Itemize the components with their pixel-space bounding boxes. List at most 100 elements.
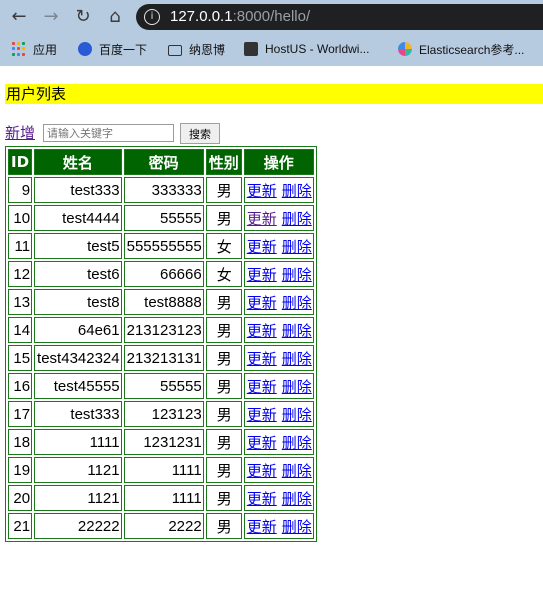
search-button[interactable]: 搜索 <box>180 123 220 144</box>
cell-name: test333 <box>34 401 122 427</box>
cell-id: 21 <box>8 513 33 539</box>
cell-name: test4342324 <box>34 345 122 371</box>
cell-id: 12 <box>8 261 33 287</box>
cell-password: 55555 <box>123 373 204 399</box>
cell-id: 13 <box>8 289 33 315</box>
bookmark-baidu[interactable]: 百度一下 <box>78 39 147 59</box>
cell-id: 10 <box>8 205 33 231</box>
cell-id: 18 <box>8 429 33 455</box>
cell-password: 123123 <box>123 401 204 427</box>
table-row: 18 1111 1231231 男更新 删除 <box>8 429 314 455</box>
cell-name: 64e61 <box>34 317 122 343</box>
delete-link[interactable]: 删除 <box>282 491 312 508</box>
address-bar[interactable]: i 127.0.0.1:8000/hello/ <box>136 4 543 30</box>
info-icon[interactable]: i <box>144 9 160 25</box>
cell-name: test4444 <box>34 205 122 231</box>
search-input[interactable] <box>43 124 174 142</box>
cell-actions: 更新 删除 <box>243 429 314 455</box>
delete-link[interactable]: 删除 <box>282 267 312 284</box>
bookmark-apps[interactable]: 应用 <box>12 39 57 59</box>
cell-name: test45555 <box>34 373 122 399</box>
cell-password: 213213131 <box>123 345 204 371</box>
cell-actions: 更新 删除 <box>243 401 314 427</box>
table-row: 14 64e61 213123123 男更新 删除 <box>8 317 314 343</box>
delete-link[interactable]: 删除 <box>282 211 312 228</box>
update-link[interactable]: 更新 <box>247 379 277 396</box>
user-table: ID 姓名 密码 性别 操作 9 test333 333333 男更新 删除 10 test… <box>5 146 317 542</box>
add-link[interactable]: 新增 <box>5 123 35 143</box>
bookmark-hostus[interactable]: HostUS - Worldwi... <box>244 39 369 59</box>
cell-gender: 男 <box>205 205 242 231</box>
update-link[interactable]: 更新 <box>247 295 277 312</box>
browser-chrome: ← → ↻ ⌂ i 127.0.0.1:8000/hello/ 应用 百度一下 … <box>0 0 543 66</box>
cell-actions: 更新 删除 <box>243 457 314 483</box>
cell-name: 1111 <box>34 429 122 455</box>
cell-password: 1111 <box>123 457 204 483</box>
column-header-name: 姓名 <box>34 149 122 175</box>
bookmark-label: 应用 <box>33 42 58 57</box>
cell-name: test8 <box>34 289 122 315</box>
home-icon[interactable]: ⌂ <box>104 6 126 28</box>
update-link[interactable]: 更新 <box>247 463 277 480</box>
delete-link[interactable]: 删除 <box>282 407 312 424</box>
cell-password: 555555555 <box>123 233 204 259</box>
cell-password: 2222 <box>123 513 204 539</box>
update-link[interactable]: 更新 <box>247 351 277 368</box>
cell-gender: 男 <box>205 429 242 455</box>
cell-actions: 更新 删除 <box>243 205 314 231</box>
cell-password: 1231231 <box>123 429 204 455</box>
folder-icon <box>168 44 182 56</box>
cell-actions: 更新 删除 <box>243 485 314 511</box>
reload-icon[interactable]: ↻ <box>72 6 94 28</box>
cell-gender: 男 <box>205 177 242 203</box>
update-link[interactable]: 更新 <box>247 323 277 340</box>
cell-name: test5 <box>34 233 122 259</box>
bookmark-label: HostUS - Worldwi... <box>265 42 370 56</box>
cell-gender: 男 <box>205 317 242 343</box>
cell-id: 14 <box>8 317 33 343</box>
cell-actions: 更新 删除 <box>243 345 314 371</box>
update-link[interactable]: 更新 <box>247 239 277 256</box>
update-link[interactable]: 更新 <box>247 435 277 452</box>
update-link[interactable]: 更新 <box>247 211 277 228</box>
delete-link[interactable]: 删除 <box>282 295 312 312</box>
delete-link[interactable]: 删除 <box>282 323 312 340</box>
url-host: 127.0.0.1 <box>170 8 233 25</box>
column-header-actions: 操作 <box>243 149 314 175</box>
bookmark-label: 纳恩博 <box>189 42 226 57</box>
delete-link[interactable]: 删除 <box>282 183 312 200</box>
update-link[interactable]: 更新 <box>247 183 277 200</box>
cell-actions: 更新 删除 <box>243 233 314 259</box>
url-path: :8000/hello/ <box>232 8 311 25</box>
update-link[interactable]: 更新 <box>247 519 277 536</box>
cell-gender: 男 <box>205 485 242 511</box>
update-link[interactable]: 更新 <box>247 267 277 284</box>
bookmark-label: 百度一下 <box>99 42 148 57</box>
bookmark-folder[interactable]: 纳恩博 <box>168 39 225 59</box>
cell-gender: 男 <box>205 457 242 483</box>
delete-link[interactable]: 删除 <box>282 239 312 256</box>
forward-arrow-icon[interactable]: → <box>40 6 62 28</box>
column-header-password: 密码 <box>123 149 204 175</box>
cell-name: 1121 <box>34 485 122 511</box>
bookmarks-bar: 应用 百度一下 纳恩博 HostUS - Worldwi... Elastics… <box>0 34 543 64</box>
cell-id: 17 <box>8 401 33 427</box>
table-row: 10 test4444 55555 男更新 删除 <box>8 205 314 231</box>
update-link[interactable]: 更新 <box>247 407 277 424</box>
delete-link[interactable]: 删除 <box>282 463 312 480</box>
update-link[interactable]: 更新 <box>247 491 277 508</box>
delete-link[interactable]: 删除 <box>282 519 312 536</box>
cell-id: 16 <box>8 373 33 399</box>
table-row: 13 test8 test8888 男更新 删除 <box>8 289 314 315</box>
delete-link[interactable]: 删除 <box>282 379 312 396</box>
table-row: 9 test333 333333 男更新 删除 <box>8 177 314 203</box>
back-arrow-icon[interactable]: ← <box>8 6 30 28</box>
baidu-paw-icon <box>78 42 92 56</box>
table-row: 19 1121 1111 男更新 删除 <box>8 457 314 483</box>
delete-link[interactable]: 删除 <box>282 435 312 452</box>
url-text[interactable]: 127.0.0.1:8000/hello/ <box>170 8 310 25</box>
cell-gender: 男 <box>205 513 242 539</box>
table-row: 15 test4342324 213213131 男更新 删除 <box>8 345 314 371</box>
delete-link[interactable]: 删除 <box>282 351 312 368</box>
bookmark-elasticsearch[interactable]: Elasticsearch参考... <box>398 39 524 59</box>
